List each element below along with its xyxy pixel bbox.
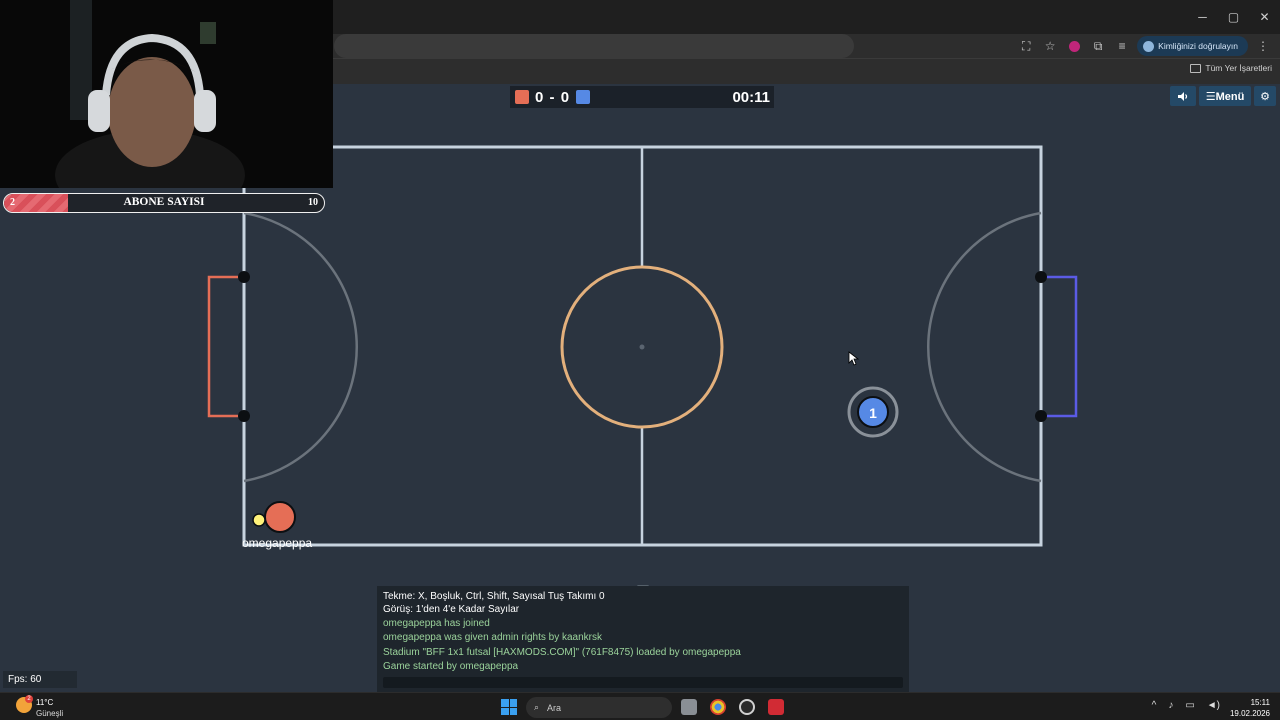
chat-line: omegapeppa has joined [383, 618, 490, 629]
chrome-app-icon[interactable] [710, 699, 726, 715]
scoreboard: 0 - 0 00:11 [510, 86, 774, 108]
windows-logo-pane [501, 699, 509, 707]
ball [252, 513, 266, 527]
clock-date[interactable]: 19.02.2026 [1230, 709, 1270, 718]
fps-counter: Fps: 60 [3, 671, 77, 688]
chat-line: Tekme: X, Boşluk, Ctrl, Shift, Sayısal T… [383, 591, 605, 602]
menu-button[interactable]: ☰Menü [1199, 86, 1251, 106]
weather-description: Güneşli [36, 709, 64, 718]
blue-player-number: 1 [869, 405, 877, 421]
blue-goal [1041, 275, 1078, 418]
blue-team-indicator [576, 90, 591, 104]
red-player-disc [264, 501, 296, 533]
right-penalty-arc [926, 211, 1042, 483]
network-icon[interactable]: ▭ [1185, 700, 1194, 711]
volume-icon[interactable]: ◄) [1207, 700, 1220, 711]
subscriber-bar-label: ABONE SAYISI [123, 196, 205, 208]
windows-logo-pane [501, 707, 509, 715]
red-goal-post-bottom [238, 410, 250, 422]
taskbar-search-placeholder: Ara [547, 702, 562, 713]
webcam-overlay [0, 0, 333, 188]
task-view-icon[interactable] [681, 699, 697, 715]
chat-line: Görüş: 1'den 4'e Kadar Sayılar [383, 604, 520, 615]
red-app-icon[interactable] [768, 699, 784, 715]
start-button[interactable] [501, 699, 517, 715]
match-timer: 00:11 [732, 88, 770, 106]
subscriber-goal-count: 10 [308, 197, 318, 208]
search-icon: ⌕ [534, 702, 540, 712]
webcam-streamer-image [0, 0, 333, 188]
left-penalty-arc [243, 211, 359, 483]
red-goal-post-top [238, 271, 250, 283]
windows-logo-pane [509, 699, 517, 707]
settings-button[interactable]: ⚙ [1254, 86, 1276, 106]
windows-logo-pane [509, 707, 517, 715]
chat-line: Game started by omegapeppa [383, 661, 519, 672]
blue-goal-post-bottom [1035, 410, 1047, 422]
speaker-icon [1178, 91, 1188, 101]
gear-icon: ⚙ [1260, 90, 1270, 103]
tray-chevron-icon[interactable]: ^ [1152, 700, 1157, 711]
weather-notification-badge: 2 [25, 695, 33, 703]
mouse-cursor-icon [848, 351, 860, 366]
red-goal [207, 275, 244, 418]
center-spot [639, 344, 645, 350]
chat-line: Stadium "BFF 1x1 futsal [HAXMODS.COM]" (… [383, 647, 741, 658]
obs-app-icon[interactable] [739, 699, 755, 715]
score-separator: - [549, 88, 556, 106]
chat-panel: Tekme: X, Boşluk, Ctrl, Shift, Sayısal T… [377, 586, 909, 692]
taskbar-search[interactable]: ⌕ Ara [526, 697, 672, 718]
chat-input[interactable] [383, 677, 903, 688]
red-team-indicator [515, 90, 529, 104]
red-score: 0 [535, 88, 545, 106]
chat-line: omegapeppa was given admin rights by kaa… [383, 632, 603, 643]
system-tray: ^ ♪ ▭ ◄) [1152, 700, 1220, 711]
blue-score: 0 [560, 88, 571, 106]
game-buttons: ☰Menü ⚙ [1170, 86, 1276, 106]
microphone-icon[interactable]: ♪ [1168, 700, 1173, 711]
weather-temperature: 11°C [36, 698, 54, 707]
clock-time[interactable]: 15:11 [1251, 698, 1270, 707]
blue-goal-post-top [1035, 271, 1047, 283]
score-display: 0 - 0 [535, 89, 570, 106]
subscriber-progress-bar: 2 ABONE SAYISI 10 [3, 193, 325, 213]
sound-button[interactable] [1170, 86, 1196, 106]
red-player-name: omegapeppa [242, 536, 313, 550]
